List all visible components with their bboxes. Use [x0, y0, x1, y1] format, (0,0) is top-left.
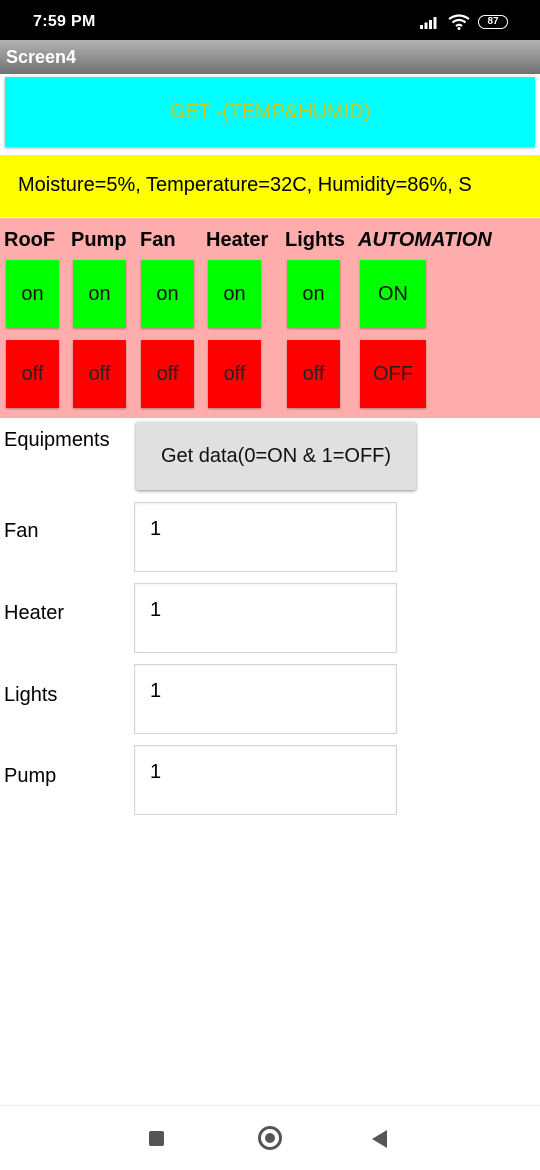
battery-icon: 87: [478, 15, 508, 29]
get-data-button[interactable]: Get data(0=ON & 1=OFF): [136, 422, 416, 490]
heater-off-button[interactable]: off: [208, 340, 261, 408]
lights-off-button[interactable]: off: [287, 340, 340, 408]
sensor-readout: Moisture=5%, Temperature=32C, Humidity=8…: [0, 155, 540, 217]
status-bar: 7:59 PM 87: [0, 0, 540, 40]
fan-off-button[interactable]: off: [141, 340, 194, 408]
status-time: 7:59 PM: [33, 13, 96, 30]
heater-value-field[interactable]: 1: [134, 583, 397, 653]
sensor-readout-text: Moisture=5%, Temperature=32C, Humidity=8…: [18, 174, 472, 196]
header-fan: Fan: [140, 229, 176, 251]
fan-label: Fan: [4, 520, 39, 542]
pump-on-button[interactable]: on: [73, 260, 126, 328]
wifi-icon: [448, 14, 470, 30]
pump-off-button[interactable]: off: [73, 340, 126, 408]
pump-value: 1: [150, 761, 162, 783]
get-temp-humid-button[interactable]: GET -(TEMP&HUMID): [5, 77, 535, 147]
fan-value-field[interactable]: 1: [134, 502, 397, 572]
fan-value: 1: [150, 518, 162, 540]
system-nav-bar: [0, 1105, 540, 1170]
header-pump: Pump: [71, 229, 127, 251]
fan-on-button[interactable]: on: [141, 260, 194, 328]
signal-icon: [420, 17, 437, 29]
lights-value-field[interactable]: 1: [134, 664, 397, 734]
header-automation: AUTOMATION: [358, 229, 492, 251]
home-icon[interactable]: [258, 1126, 282, 1150]
roof-off-button[interactable]: off: [6, 340, 59, 408]
app-title-bar: Screen4: [0, 40, 540, 74]
pump-label: Pump: [4, 765, 57, 787]
header-roof: RooF: [4, 229, 56, 251]
status-icons: 87: [420, 14, 508, 30]
header-heater: Heater: [206, 229, 269, 251]
home-icon-dot: [265, 1133, 275, 1143]
recent-apps-icon[interactable]: [149, 1131, 164, 1146]
heater-label: Heater: [4, 602, 65, 624]
heater-value: 1: [150, 599, 162, 621]
lights-label: Lights: [4, 684, 58, 706]
lights-value: 1: [150, 680, 162, 702]
back-icon[interactable]: [372, 1130, 387, 1148]
automation-off-button[interactable]: OFF: [360, 340, 426, 408]
lights-on-button[interactable]: on: [287, 260, 340, 328]
equipments-label: Equipments: [4, 429, 110, 451]
heater-on-button[interactable]: on: [208, 260, 261, 328]
battery-level: 87: [487, 16, 499, 27]
pump-value-field[interactable]: 1: [134, 745, 397, 815]
roof-on-button[interactable]: on: [6, 260, 59, 328]
header-lights: Lights: [285, 229, 345, 251]
automation-on-button[interactable]: ON: [360, 260, 426, 328]
control-panel: RooF Pump Fan Heater Lights AUTOMATION o…: [0, 218, 540, 418]
screen-title: Screen4: [6, 47, 77, 67]
